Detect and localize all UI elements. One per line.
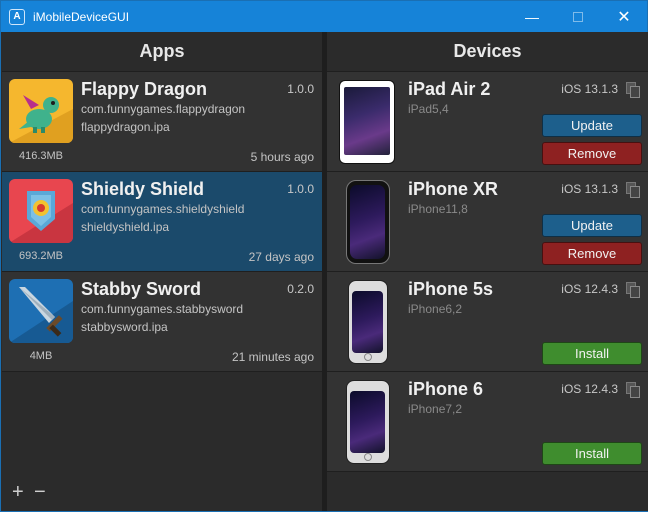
copy-icon[interactable] xyxy=(626,382,640,398)
remove-app-button[interactable]: − xyxy=(34,482,46,502)
update-button[interactable]: Update xyxy=(542,114,642,137)
devices-panel: Devices iPad Air 2 iPad5,4 iOS 13.1.3 Up… xyxy=(327,32,648,511)
device-ios-version: iOS 13.1.3 xyxy=(561,182,618,196)
app-size: 416.3MB xyxy=(18,150,64,162)
app-version: 1.0.0 xyxy=(287,182,314,196)
remove-button[interactable]: Remove xyxy=(542,242,642,265)
iphone-xr-image xyxy=(346,180,390,264)
apps-header: Apps xyxy=(139,41,185,61)
maximize-icon xyxy=(573,11,583,22)
device-screen xyxy=(344,87,390,155)
close-button[interactable]: ✕ xyxy=(601,1,647,32)
app-name: Flappy Dragon xyxy=(81,79,208,99)
device-name: iPad Air 2 xyxy=(408,79,491,99)
app-window: A iMobileDeviceGUI — ✕ Apps Flappy Drago… xyxy=(0,0,648,512)
install-button[interactable]: Install xyxy=(542,342,642,365)
app-row-stabby-sword[interactable]: Stabby Sword 0.2.0 com.funnygames.stabby… xyxy=(2,271,322,371)
device-ios-version: iOS 13.1.3 xyxy=(561,82,618,96)
device-model: iPhone11,8 xyxy=(408,202,468,216)
device-model: iPad5,4 xyxy=(408,102,449,116)
device-ios-version: iOS 12.4.3 xyxy=(561,282,618,296)
app-bundle-id: com.funnygames.flappydragon xyxy=(81,102,246,116)
install-button[interactable]: Install xyxy=(542,442,642,465)
device-screen xyxy=(350,391,385,453)
apps-footer: + − xyxy=(2,472,322,511)
device-row-ipad-air-2[interactable]: iPad Air 2 iPad5,4 iOS 13.1.3 Update Rem… xyxy=(327,71,648,171)
home-button-icon xyxy=(364,353,372,361)
device-row-iphone-6[interactable]: iPhone 6 iPhone7,2 iOS 12.4.3 Install xyxy=(327,371,648,471)
minimize-button[interactable]: — xyxy=(509,1,555,32)
device-name: iPhone 5s xyxy=(408,279,494,299)
device-screen xyxy=(352,291,383,353)
device-row-iphone-5s[interactable]: iPhone 5s iPhone6,2 iOS 12.4.3 Install xyxy=(327,271,648,371)
apps-panel: Apps Flappy Dragon 1.0.0 com.funnygames. xyxy=(2,32,332,511)
title-bar[interactable]: A iMobileDeviceGUI — ✕ xyxy=(1,1,647,32)
app-version: 0.2.0 xyxy=(287,282,314,296)
app-row-flappy-dragon[interactable]: Flappy Dragon 1.0.0 com.funnygames.flapp… xyxy=(2,71,322,171)
home-button-icon xyxy=(364,453,372,461)
app-name: Shieldy Shield xyxy=(81,179,205,199)
ipad-image xyxy=(339,80,395,164)
add-app-button[interactable]: + xyxy=(12,482,24,502)
app-time: 21 minutes ago xyxy=(231,350,314,364)
device-model: iPhone7,2 xyxy=(408,402,463,416)
app-store-icon: A xyxy=(9,8,25,25)
device-name: iPhone XR xyxy=(408,179,499,199)
copy-icon[interactable] xyxy=(626,82,640,98)
window-title: iMobileDeviceGUI xyxy=(33,9,130,24)
device-screen xyxy=(350,185,385,259)
device-ios-version: iOS 12.4.3 xyxy=(561,382,618,396)
copy-icon[interactable] xyxy=(626,182,640,198)
device-model: iPhone6,2 xyxy=(408,302,463,316)
app-size: 693.2MB xyxy=(18,250,64,262)
devices-header: Devices xyxy=(453,41,522,61)
remove-button[interactable]: Remove xyxy=(542,142,642,165)
app-version: 1.0.0 xyxy=(287,82,314,96)
shield-app-icon xyxy=(9,179,73,243)
iphone-6-image xyxy=(346,380,390,464)
sword-app-icon xyxy=(9,279,73,343)
app-bundle-id: com.funnygames.stabbysword xyxy=(81,302,244,316)
app-time: 27 days ago xyxy=(248,250,314,264)
app-file-name: flappydragon.ipa xyxy=(81,120,170,134)
maximize-button[interactable] xyxy=(555,1,601,32)
update-button[interactable]: Update xyxy=(542,214,642,237)
app-name: Stabby Sword xyxy=(81,279,202,299)
list-divider xyxy=(327,471,648,472)
app-size: 4MB xyxy=(29,350,53,362)
app-file-name: stabbysword.ipa xyxy=(81,320,168,334)
list-divider xyxy=(2,371,322,372)
iphone-5s-image xyxy=(348,280,388,364)
device-name: iPhone 6 xyxy=(408,379,484,399)
app-time: 5 hours ago xyxy=(250,150,314,164)
app-row-shieldy-shield[interactable]: Shieldy Shield 1.0.0 com.funnygames.shie… xyxy=(2,171,332,271)
device-row-iphone-xr[interactable]: iPhone XR iPhone11,8 iOS 13.1.3 Update R… xyxy=(327,171,648,271)
copy-icon[interactable] xyxy=(626,282,640,298)
app-file-name: shieldyshield.ipa xyxy=(81,220,170,234)
app-bundle-id: com.funnygames.shieldyshield xyxy=(81,202,245,216)
dragon-app-icon xyxy=(9,79,73,143)
